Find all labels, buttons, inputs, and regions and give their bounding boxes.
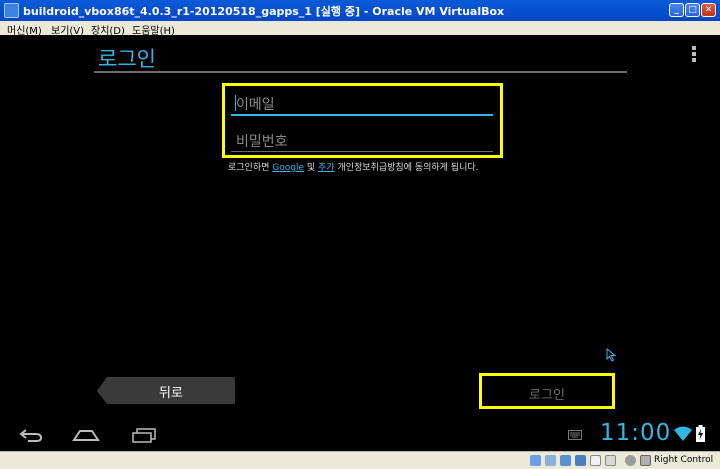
- title-divider: [94, 71, 627, 73]
- recent-apps-nav-icon[interactable]: [130, 427, 158, 443]
- email-placeholder: 이메일: [236, 97, 275, 113]
- display-icon[interactable]: [605, 455, 616, 466]
- close-icon[interactable]: ✕: [701, 3, 716, 17]
- menu-help[interactable]: 도움말(H): [132, 22, 175, 37]
- login-button[interactable]: 로그인: [479, 373, 615, 409]
- vbox-statusbar: Right Control: [0, 451, 720, 469]
- android-navbar: 11:00: [4, 419, 716, 451]
- additional-privacy-link[interactable]: 추가: [318, 163, 335, 173]
- menubar: 머신(M) 보기(V) 장치(D) 도움말(H): [0, 21, 720, 37]
- virtualbox-icon: [4, 3, 19, 18]
- menu-devices[interactable]: 장치(D): [91, 22, 125, 37]
- usb-icon[interactable]: [560, 455, 571, 466]
- home-nav-icon[interactable]: [72, 427, 100, 443]
- menu-view[interactable]: 보기(V): [51, 22, 84, 37]
- maximize-icon[interactable]: □: [685, 3, 700, 17]
- terms-middle: 및: [304, 163, 319, 173]
- wifi-icon: [674, 426, 692, 441]
- guest-screen: 로그인 이메일 비밀번호 로그인하면 Google 및 추가 개인정보취급방침에…: [4, 36, 716, 451]
- password-field[interactable]: 비밀번호: [231, 129, 493, 152]
- menu-machine[interactable]: 머신(M): [7, 22, 42, 37]
- email-field[interactable]: 이메일: [231, 92, 493, 116]
- hard-disk-icon[interactable]: [530, 455, 541, 466]
- host-key-label: Right Control: [654, 455, 714, 465]
- keyboard-icon: [568, 430, 582, 440]
- page-title: 로그인: [98, 47, 156, 71]
- back-nav-icon[interactable]: [18, 427, 44, 443]
- mouse-pointer-icon: [606, 348, 616, 362]
- terms-after: 개인정보취급방침에 동의하게 됩니다.: [334, 163, 479, 173]
- window-title: buildroid_vbox86t_4.0.3_r1-20120518_gapp…: [23, 5, 505, 18]
- login-button-label: 로그인: [529, 388, 565, 403]
- shared-folders-icon[interactable]: [590, 455, 601, 466]
- google-privacy-link[interactable]: Google: [272, 163, 304, 173]
- optical-drive-icon[interactable]: [545, 455, 556, 466]
- back-button[interactable]: 뒤로: [97, 377, 235, 404]
- clock: 11:00: [600, 420, 672, 446]
- back-button-label: 뒤로: [159, 386, 183, 401]
- minimize-icon[interactable]: _: [669, 3, 684, 17]
- battery-charging-icon: [696, 425, 705, 442]
- window-titlebar[interactable]: buildroid_vbox86t_4.0.3_r1-20120518_gapp…: [0, 0, 720, 21]
- terms-before: 로그인하면: [228, 163, 273, 173]
- host-key-icon: [640, 455, 651, 466]
- terms-text: 로그인하면 Google 및 추가 개인정보취급방침에 동의하게 됩니다.: [228, 163, 488, 174]
- network-icon[interactable]: [575, 455, 586, 466]
- overflow-menu-icon[interactable]: [692, 46, 696, 62]
- mouse-integration-icon[interactable]: [625, 455, 636, 466]
- password-placeholder: 비밀번호: [236, 134, 288, 150]
